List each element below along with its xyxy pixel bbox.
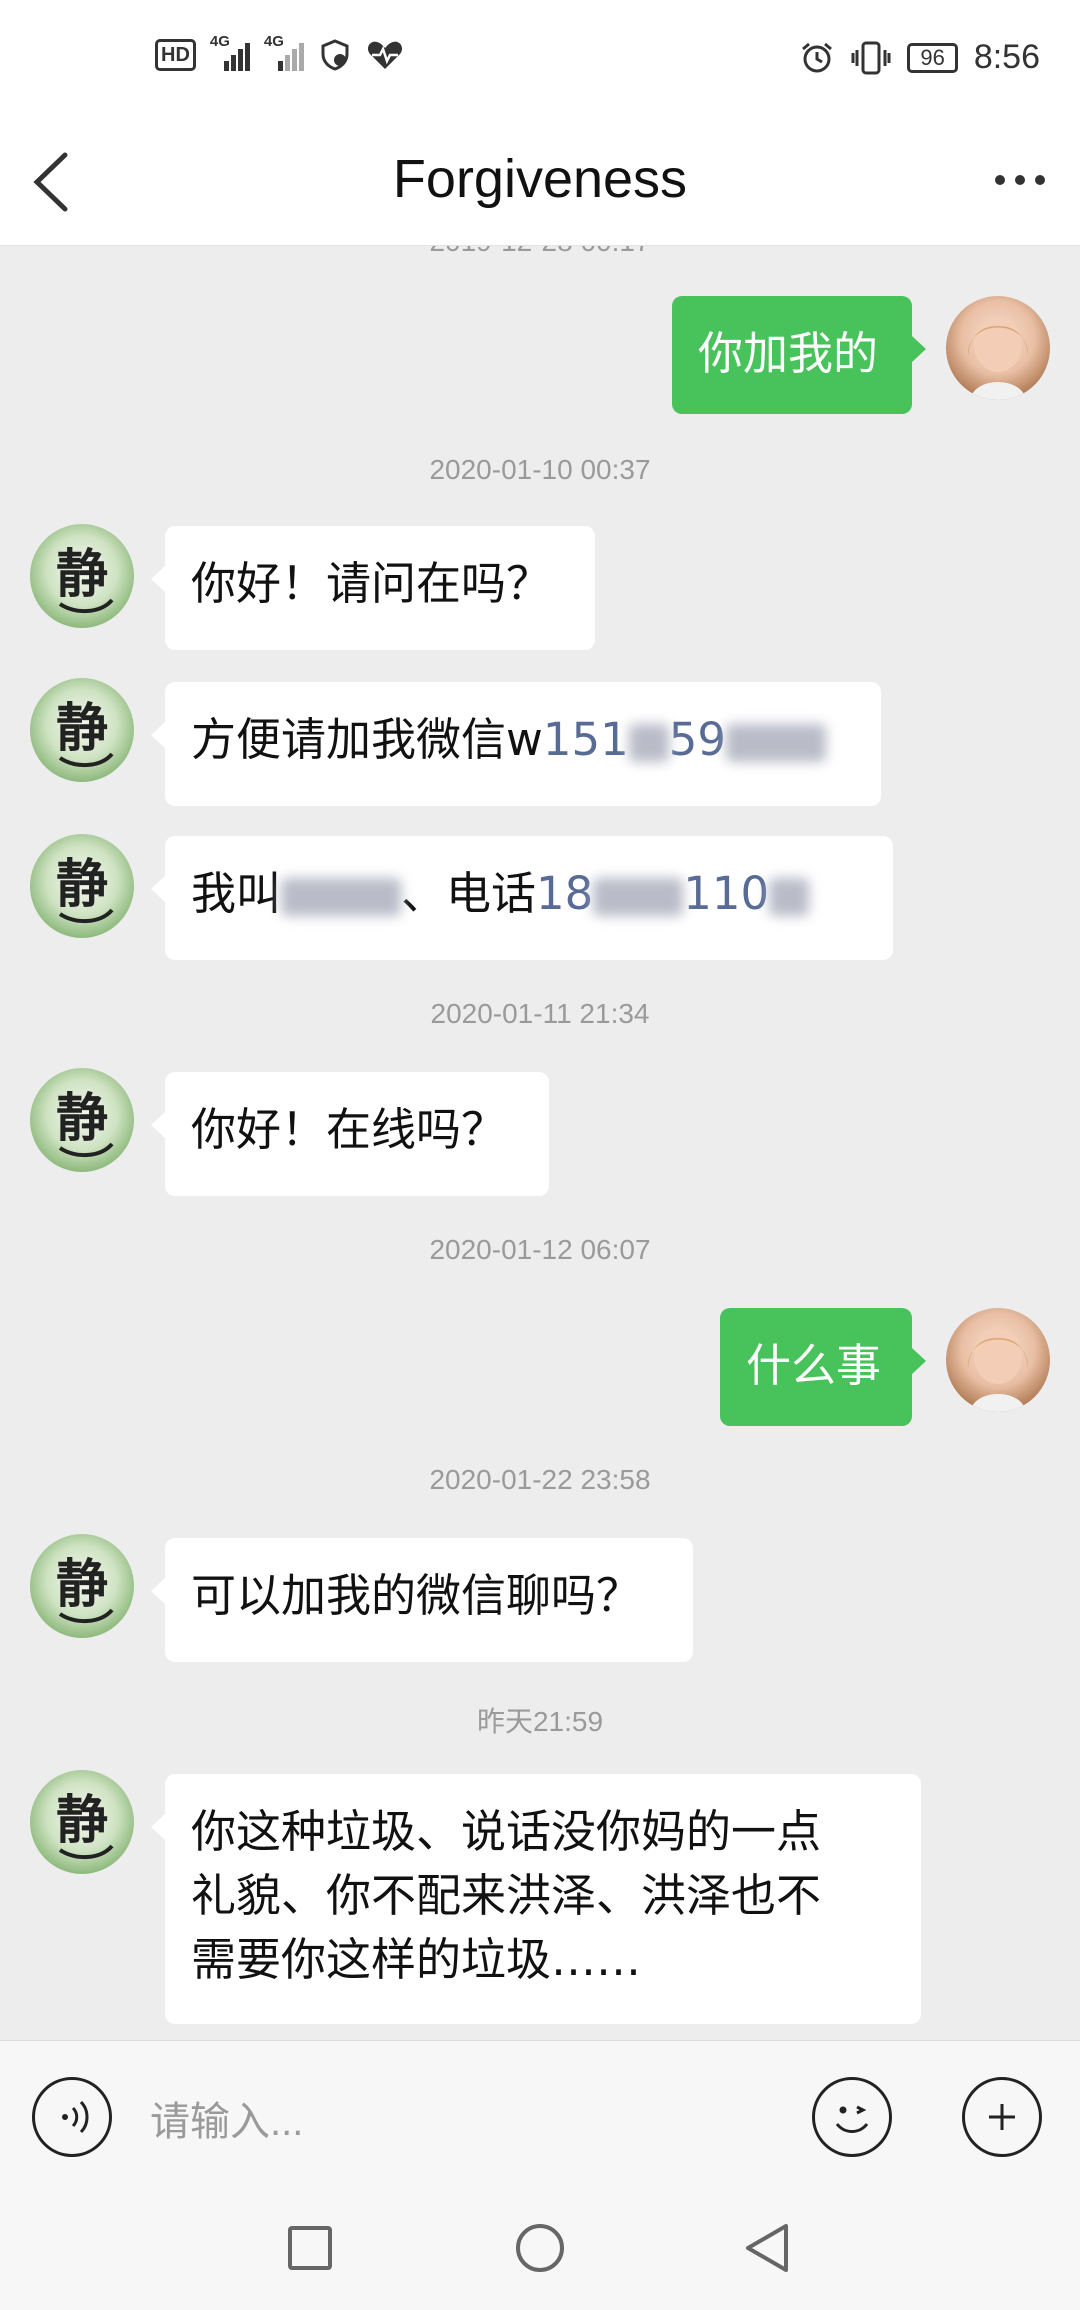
contact-avatar[interactable]: 静: [30, 1534, 134, 1638]
more-options-icon[interactable]: [990, 160, 1050, 200]
vibrate-icon: [851, 41, 891, 74]
plus-icon: [989, 2104, 1015, 2130]
jing-calligraphy-logo: 静: [56, 544, 114, 613]
chat-input-bar: 请输入...: [0, 2040, 1080, 2191]
contact-avatar[interactable]: 静: [30, 1770, 134, 1874]
system-back-icon[interactable]: [740, 2218, 800, 2278]
user-portrait: [967, 316, 1029, 400]
redacted-text: [725, 724, 826, 762]
redacted-text: [628, 724, 669, 762]
svg-text:静: 静: [56, 854, 108, 915]
redacted-text: [593, 878, 684, 916]
user-portrait: [967, 1328, 1029, 1412]
contact-avatar[interactable]: 静: [30, 834, 134, 938]
svg-text:静: 静: [56, 1088, 108, 1149]
vpn-shield-icon: [321, 39, 349, 71]
phone-number-link[interactable]: 18: [536, 867, 593, 920]
recent-apps-icon[interactable]: [280, 2218, 340, 2278]
message-timestamp: 2019-12-28 00:17: [0, 246, 1080, 258]
4g-signal-icon: 4G: [264, 33, 304, 71]
voice-wave-icon: [62, 2100, 89, 2134]
wechat-id-link[interactable]: 151: [543, 713, 629, 766]
message-timestamp: 2020-01-22 23:58: [429, 1464, 651, 1495]
chat-header: Forgiveness: [0, 120, 1080, 246]
status-left: HD 4G 4G: [155, 33, 404, 72]
my-avatar[interactable]: [946, 296, 1050, 400]
voice-input-button[interactable]: [32, 2077, 112, 2157]
4g-signal-icon: 4G: [210, 33, 250, 71]
contact-avatar[interactable]: 静: [30, 678, 134, 782]
jing-calligraphy-logo: 静: [56, 854, 114, 923]
my-avatar[interactable]: [946, 1308, 1050, 1412]
message-text: 你加我的: [698, 327, 879, 380]
message-text: 我叫: [191, 867, 282, 920]
jing-calligraphy-logo: 静: [56, 1088, 114, 1157]
message-text: 方便请加我微信w: [191, 713, 543, 766]
home-icon[interactable]: [510, 2218, 570, 2278]
heart-health-icon: [367, 41, 402, 69]
message-bubble-outgoing[interactable]: 什么事: [720, 1308, 926, 1426]
message-timestamp: 2020-01-10 00:37: [429, 454, 651, 485]
svg-text:静: 静: [56, 698, 108, 759]
message-timestamp: 昨天21:59: [476, 1706, 604, 1737]
message-text: 可以加我的微信聊吗？: [191, 1569, 642, 1622]
jing-calligraphy-logo: 静: [56, 1554, 114, 1623]
message-bubble-outgoing[interactable]: 你加我的: [672, 296, 926, 414]
redacted-text: [769, 878, 810, 916]
network-label: 4G: [209, 33, 230, 50]
message-timestamp: 2020-01-11 21:34: [430, 998, 650, 1029]
message-bubble-incoming[interactable]: 你好！在线吗？: [151, 1072, 549, 1196]
clock: 8:56: [973, 38, 1040, 76]
emoji-button[interactable]: [812, 2077, 892, 2157]
status-bar: HD 4G 4G 96 8:56: [0, 0, 1080, 120]
message-bubble-incoming[interactable]: 方便请加我微信w151 59: [151, 682, 881, 806]
message-bubble-incoming[interactable]: 我叫 、电话18 110: [151, 836, 893, 960]
message-list[interactable]: 2019-12-28 00:17 你加我的 2020-01-10 00:37 静…: [0, 246, 1080, 2040]
hd-icon: HD: [155, 39, 196, 71]
message-text: 你好！在线吗？: [191, 1103, 507, 1156]
contact-avatar[interactable]: 静: [30, 524, 134, 628]
contact-avatar[interactable]: 静: [30, 1068, 134, 1172]
message-text: 、电话: [401, 867, 537, 920]
system-navigation-bar: [0, 2190, 1080, 2310]
message-text-line: 礼貌、你不配来洪泽、洪泽也不: [191, 1869, 822, 1922]
message-text-line: 需要你这样的垃圾……: [191, 1933, 642, 1986]
svg-text:静: 静: [56, 544, 108, 605]
message-bubble-incoming[interactable]: 你这种垃圾、说话没你妈的一点 礼貌、你不配来洪泽、洪泽也不 需要你这样的垃圾……: [151, 1774, 921, 2024]
wechat-id-link[interactable]: 59: [669, 713, 726, 766]
svg-text:静: 静: [56, 1554, 108, 1615]
svg-text:静: 静: [56, 1790, 108, 1851]
page-title: Forgiveness: [392, 149, 688, 209]
battery-indicator: 96: [907, 42, 958, 73]
message-timestamp: 2020-01-12 06:07: [429, 1234, 651, 1265]
status-right: 96 8:56: [799, 38, 1040, 77]
alarm-clock-icon: [802, 42, 833, 72]
jing-calligraphy-logo: 静: [56, 1790, 114, 1859]
message-bubble-incoming[interactable]: 可以加我的微信聊吗？: [151, 1538, 693, 1662]
redacted-text: [281, 878, 402, 916]
message-bubble-incoming[interactable]: 你好！请问在吗？: [151, 526, 595, 650]
smiley-icon: [835, 2105, 869, 2133]
more-actions-button[interactable]: [962, 2077, 1042, 2157]
message-text: 你好！请问在吗？: [191, 557, 552, 610]
message-text-line: 你这种垃圾、说话没你妈的一点: [191, 1805, 822, 1858]
message-input[interactable]: 请输入...: [150, 2089, 303, 2147]
phone-number-link[interactable]: 110: [683, 867, 769, 920]
jing-calligraphy-logo: 静: [56, 698, 114, 767]
message-text: 什么事: [746, 1339, 882, 1392]
network-label: 4G: [263, 33, 284, 50]
